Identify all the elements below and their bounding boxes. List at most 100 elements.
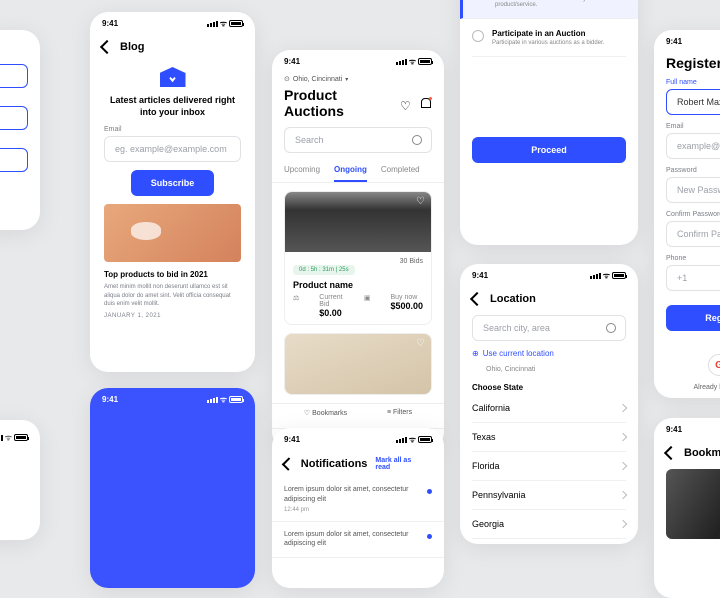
- page-title: Location: [490, 293, 536, 305]
- confirm-password-input[interactable]: Confirm Password: [666, 221, 720, 247]
- text-input[interactable]: [0, 148, 28, 172]
- current-location-sub: Ohio, Cincinnati: [486, 366, 535, 373]
- partial-left-phone: ils: [0, 30, 40, 230]
- email-input[interactable]: eg. example@example.com: [104, 136, 241, 162]
- bookmark-image[interactable]: [666, 469, 720, 539]
- state-row[interactable]: California: [472, 394, 626, 423]
- status-bar: 9:41 ᯤ: [460, 264, 638, 287]
- auction-card[interactable]: 0d : 5h : 31m | 25s 30 Bids Product name…: [284, 191, 432, 325]
- location-breadcrumb[interactable]: ⊙Ohio, Cincinnati ▾: [272, 73, 444, 85]
- phone-input[interactable]: +1: [666, 265, 720, 291]
- chevron-right-icon: [619, 520, 627, 528]
- radio-create-auction[interactable]: Create an AuctionYou can create an aucti…: [460, 0, 638, 19]
- mark-all-read[interactable]: Mark all as read: [375, 457, 432, 471]
- notification-text: Lorem ipsum dolor sit amet, consectetur …: [284, 530, 432, 550]
- status-time: 9:41: [284, 57, 300, 66]
- notifications-screen: 9:41 ᯤ Notifications Mark all as read Lo…: [272, 428, 444, 588]
- proceed-button[interactable]: Proceed: [472, 137, 626, 163]
- header: Notifications Mark all as read: [272, 451, 444, 477]
- or-divider: OR: [666, 339, 720, 346]
- radio-icon: [472, 30, 484, 42]
- choose-state-heading: Choose State: [460, 377, 638, 394]
- location-screen: 9:41 ᯤ Location Search city, area ⊕Use c…: [460, 264, 638, 544]
- target-icon: ⊕: [472, 349, 479, 358]
- gavel-icon: ⚖: [293, 294, 299, 302]
- google-login-button[interactable]: G: [708, 354, 720, 376]
- article-date: JANUARY 1, 2021: [104, 313, 241, 319]
- auction-card[interactable]: [284, 333, 432, 395]
- unread-dot-icon: [427, 534, 432, 539]
- page-title: Notifications: [301, 458, 368, 470]
- already-have-account[interactable]: Already have an account?: [666, 384, 720, 391]
- state-row[interactable]: Florida: [472, 452, 626, 481]
- product-name: Product name: [293, 280, 423, 290]
- envelope-icon: [160, 67, 186, 87]
- status-time: 9:41: [102, 19, 118, 28]
- buy-now-value: $500.00: [390, 301, 423, 311]
- state-row[interactable]: Georgia: [472, 510, 626, 539]
- back-icon[interactable]: [100, 40, 114, 54]
- partial-bottom-left-phone: 9:41 ᯤ omplete your: [0, 420, 40, 540]
- search-input[interactable]: Search city, area: [472, 315, 626, 341]
- auctions-screen: 9:41 ᯤ ⊙Ohio, Cincinnati ▾ Product Aucti…: [272, 50, 444, 450]
- wifi-icon: ᯤ: [220, 18, 227, 29]
- tab-ongoing[interactable]: Ongoing: [334, 159, 367, 182]
- wifi-icon: ᯤ: [409, 434, 416, 445]
- bell-icon[interactable]: [420, 97, 432, 109]
- radio-title: Participate in an Auction: [492, 29, 604, 38]
- back-icon[interactable]: [282, 457, 295, 470]
- search-input[interactable]: Search: [284, 127, 432, 153]
- text-input[interactable]: [0, 64, 28, 88]
- bookmarks-filter[interactable]: ♡ Bookmarks: [304, 409, 347, 417]
- buy-now-label: Buy now: [390, 294, 423, 301]
- page-title: Register now: [654, 53, 720, 79]
- use-current-location[interactable]: ⊕Use current location: [460, 345, 638, 362]
- chevron-right-icon: [619, 404, 627, 412]
- email-input[interactable]: example@example.com: [666, 133, 720, 159]
- back-icon[interactable]: [470, 292, 484, 306]
- battery-icon: [229, 396, 243, 403]
- wifi-icon: ᯤ: [603, 270, 610, 281]
- state-row[interactable]: Texas: [472, 423, 626, 452]
- page-title: Bookmarks: [684, 447, 720, 459]
- current-bid-label: Current Bid: [319, 294, 344, 308]
- state-row[interactable]: Pennsylvania: [472, 481, 626, 510]
- subscribe-button[interactable]: Subscribe: [131, 170, 215, 196]
- radio-participate-auction[interactable]: Participate in an Auction Participate in …: [472, 19, 626, 57]
- header: Location: [460, 287, 638, 311]
- search-wrapper: Search city, area: [472, 315, 626, 341]
- fullname-input[interactable]: Robert Maxwell: [666, 89, 720, 115]
- register-button[interactable]: Register Now: [666, 305, 720, 331]
- password-label: Password: [666, 167, 720, 174]
- notification-time: 12:44 pm: [284, 507, 432, 513]
- article-title[interactable]: Top products to bid in 2021: [104, 270, 241, 279]
- filters-button[interactable]: ≡ Filters: [387, 409, 412, 417]
- status-time: 9:41: [472, 271, 488, 280]
- notification-item[interactable]: Lorem ipsum dolor sit amet, consectetur …: [272, 477, 444, 522]
- password-input[interactable]: New Password: [666, 177, 720, 203]
- back-icon[interactable]: [664, 446, 678, 460]
- search-wrapper: Search: [284, 127, 432, 153]
- blog-screen: 9:41 ᯤ Blog Latest articles delivered ri…: [90, 12, 255, 372]
- status-bar: 9:41 ᯤ: [654, 30, 720, 53]
- status-bar: 9:41 ᯤ: [272, 50, 444, 73]
- notification-text: Lorem ipsum dolor sit amet, consectetur …: [284, 485, 432, 505]
- field-label: ils: [0, 42, 28, 60]
- heart-icon[interactable]: [400, 97, 412, 109]
- signal-icon: [590, 273, 601, 279]
- bid-count: 30 Bids: [400, 258, 423, 265]
- battery-icon: [418, 436, 432, 443]
- radio-desc: Participate in various auctions as a bid…: [492, 40, 604, 46]
- unread-dot-icon: [427, 489, 432, 494]
- tab-completed[interactable]: Completed: [381, 159, 420, 182]
- battery-icon: [229, 20, 243, 27]
- confirm-password-label: Confirm Password: [666, 211, 720, 218]
- battery-icon: [612, 272, 626, 279]
- status-time: 9:41: [102, 395, 118, 404]
- tab-upcoming[interactable]: Upcoming: [284, 159, 320, 182]
- article-excerpt: Amet minim mollit non deserunt ullamco e…: [104, 283, 241, 308]
- page-title: Blog: [120, 41, 144, 53]
- text-input[interactable]: [0, 106, 28, 130]
- chevron-right-icon: [619, 491, 627, 499]
- battery-icon: [418, 58, 432, 65]
